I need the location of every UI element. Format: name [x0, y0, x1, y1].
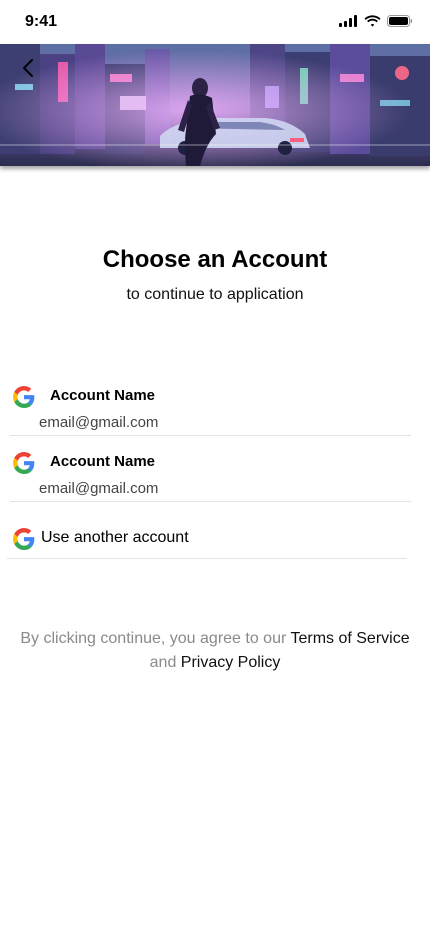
header-banner-image — [0, 44, 430, 166]
status-time: 9:41 — [25, 13, 58, 30]
account-name: Account Name — [50, 453, 156, 470]
back-button[interactable] — [14, 54, 42, 82]
status-bar: 9:41 — [0, 0, 430, 44]
terms-of-service-link[interactable]: Terms of Service — [290, 630, 409, 647]
account-email: email@gmail.com — [39, 480, 159, 497]
google-icon — [13, 386, 35, 408]
google-icon — [13, 452, 35, 474]
account-item[interactable]: Account Name email@gmail.com — [10, 442, 411, 502]
terms-conjunction: and — [149, 654, 181, 671]
cellular-signal-icon — [339, 15, 357, 27]
status-icons — [339, 15, 413, 27]
page-title: Choose an Account — [102, 246, 328, 273]
google-icon — [13, 528, 35, 550]
terms-notice: By clicking continue, you agree to our T… — [20, 627, 410, 675]
account-name: Account Name — [50, 387, 156, 404]
wifi-icon — [364, 15, 381, 27]
account-item[interactable]: Account Name email@gmail.com — [10, 376, 411, 436]
terms-prefix: By clicking continue, you agree to our — [20, 630, 291, 647]
page-subtitle: to continue to application — [126, 286, 304, 303]
chevron-left-icon — [23, 59, 33, 77]
use-another-account-label: Use another account — [41, 529, 189, 546]
account-email: email@gmail.com — [39, 414, 159, 431]
use-another-account-button[interactable]: Use another account — [7, 520, 407, 559]
city-street-illustration — [0, 44, 430, 166]
battery-icon — [387, 15, 413, 27]
privacy-policy-link[interactable]: Privacy Policy — [181, 654, 281, 671]
